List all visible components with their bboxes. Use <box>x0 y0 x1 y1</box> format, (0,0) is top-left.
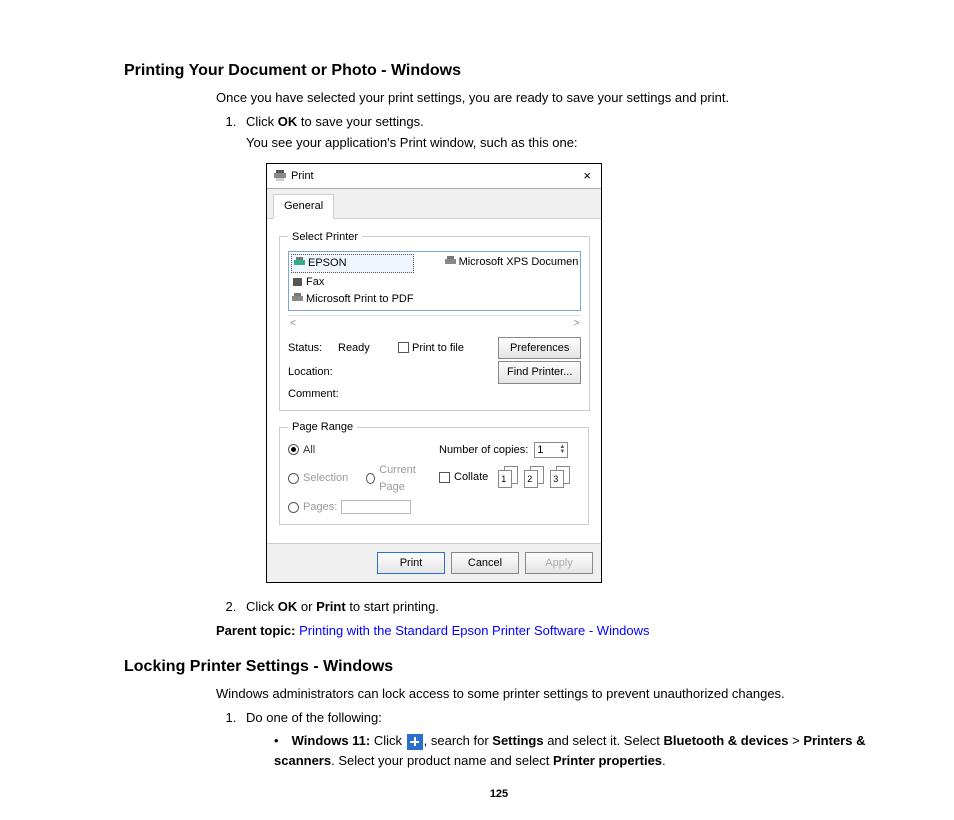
step-1b: Do one of the following: Windows 11: Cli… <box>240 708 874 771</box>
printer-icon <box>291 293 304 305</box>
preferences-button[interactable]: Preferences <box>498 337 581 360</box>
pages-input[interactable] <box>341 500 411 514</box>
printer-icon <box>444 256 457 268</box>
intro-text-2: Windows administrators can lock access t… <box>216 684 874 704</box>
printer-icon <box>293 257 306 269</box>
print-button[interactable]: Print <box>377 552 445 575</box>
collate-label: Collate <box>454 469 488 486</box>
dialog-titlebar: Print × <box>267 164 601 190</box>
page-range-group: Page Range All <box>279 419 589 525</box>
section-heading-2: Locking Printer Settings - Windows <box>124 658 874 676</box>
bullet-windows11: Windows 11: Click , search for Settings … <box>268 731 874 770</box>
intro-text: Once you have selected your print settin… <box>216 88 874 108</box>
section-heading: Printing Your Document or Photo - Window… <box>124 62 874 80</box>
parent-topic: Parent topic: Printing with the Standard… <box>216 621 874 641</box>
fax-icon <box>291 276 304 288</box>
print-dialog: Print × General Select Printer <box>266 163 602 584</box>
location-label: Location: <box>288 364 338 381</box>
apply-button[interactable]: Apply <box>525 552 593 575</box>
status-value: Ready <box>338 340 398 357</box>
radio-pages[interactable]: Pages: <box>288 499 429 516</box>
step-1-sub: You see your application's Print window,… <box>246 133 874 153</box>
status-label: Status: <box>288 340 338 357</box>
search-icon <box>407 734 423 750</box>
dialog-title: Print <box>291 168 314 185</box>
step-1: Click OK to save your settings. You see … <box>240 112 874 584</box>
radio-icon <box>288 473 299 484</box>
radio-icon <box>366 473 375 484</box>
collate-preview: 11 22 33 <box>498 466 570 488</box>
comment-label: Comment: <box>288 386 338 403</box>
scrollbar[interactable]: <> <box>288 315 581 331</box>
page-range-legend: Page Range <box>288 419 357 436</box>
page-number: 125 <box>124 788 874 800</box>
printer-item-xps[interactable]: Microsoft XPS Documen <box>444 254 579 271</box>
printer-list[interactable]: EPSON Fax Microsoft Print to PDF <box>288 251 581 311</box>
radio-current-page[interactable]: Current Page <box>366 462 429 495</box>
printer-icon <box>273 170 287 182</box>
select-printer-legend: Select Printer <box>288 229 362 246</box>
find-printer-button[interactable]: Find Printer... <box>498 361 581 384</box>
step-2: Click OK or Print to start printing. <box>240 597 874 617</box>
spinner-buttons[interactable]: ▲▼ <box>559 445 565 455</box>
tab-general[interactable]: General <box>273 194 334 219</box>
print-to-file-checkbox[interactable]: Print to file <box>398 340 498 357</box>
select-printer-group: Select Printer EPSON Fax <box>279 229 590 412</box>
checkbox-icon <box>398 342 409 353</box>
copies-label: Number of copies: <box>439 442 528 459</box>
radio-icon <box>288 444 299 455</box>
radio-selection[interactable]: Selection <box>288 462 348 495</box>
printer-item-fax[interactable]: Fax <box>291 274 414 291</box>
radio-all[interactable]: All <box>288 442 429 459</box>
cancel-button[interactable]: Cancel <box>451 552 519 575</box>
parent-topic-link[interactable]: Printing with the Standard Epson Printer… <box>299 623 649 638</box>
printer-item-pdf[interactable]: Microsoft Print to PDF <box>291 291 414 308</box>
printer-item-epson[interactable]: EPSON <box>291 254 414 273</box>
radio-icon <box>288 502 299 513</box>
close-icon[interactable]: × <box>579 169 595 182</box>
collate-checkbox[interactable] <box>439 472 450 483</box>
copies-spinner[interactable]: 1 ▲▼ <box>534 442 568 458</box>
